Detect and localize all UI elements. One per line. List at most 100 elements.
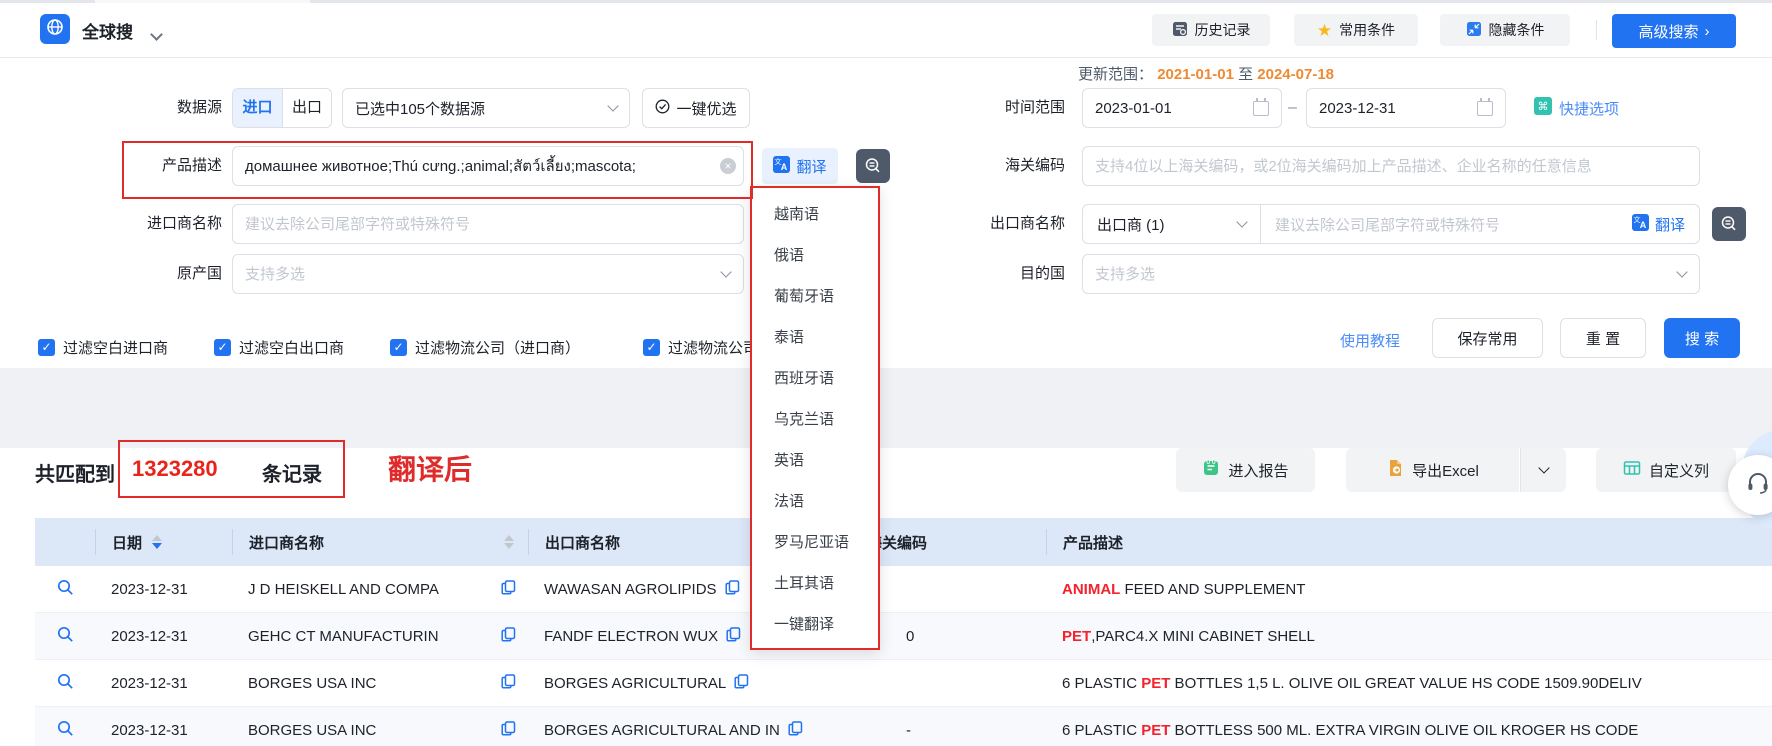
custom-columns-button[interactable]: 自定义列 [1596, 448, 1736, 492]
filter-blank-exporter-checkbox[interactable]: ✓ 过滤空白出口商 [214, 337, 344, 358]
table-row: 2023-12-31 BORGES USA INC BORGES AGRICUL… [35, 660, 1772, 707]
menu-item-translate-all[interactable]: 一键翻译 [752, 604, 878, 645]
sort-icons[interactable] [152, 535, 162, 549]
menu-item-vietnamese[interactable]: 越南语 [752, 194, 878, 235]
exporter-input-group: 出口商 (1) 建议去除公司尾部字符或特殊符号 文A 翻译 [1082, 204, 1700, 244]
copy-icon[interactable] [788, 721, 803, 740]
star-icon: ★ [1317, 22, 1332, 39]
exporter-input[interactable]: 建议去除公司尾部字符或特殊符号 [1261, 214, 1632, 235]
end-date-input[interactable]: 2023-12-31 [1306, 88, 1506, 128]
filter-logistics-importer-checkbox[interactable]: ✓ 过滤物流公司（进口商） [390, 337, 580, 358]
cell-code: 0 [858, 628, 1046, 645]
exporter-type-select[interactable]: 出口商 (1) [1083, 205, 1261, 243]
topbar-divider [1596, 20, 1597, 40]
menu-item-romanian[interactable]: 罗马尼亚语 [752, 522, 878, 563]
quick-options-button[interactable]: ⌘ 快捷选项 [1534, 97, 1619, 120]
product-desc-input[interactable] [232, 146, 744, 186]
export-excel-button[interactable]: 导出Excel [1346, 448, 1519, 492]
copy-icon[interactable] [725, 580, 740, 599]
highlighted-keyword: PET [1141, 722, 1170, 739]
menu-item-french[interactable]: 法语 [752, 481, 878, 522]
advanced-search-button[interactable]: 高级搜索 › [1612, 14, 1736, 48]
global-search-screen: 全球搜 历史记录 ★ 常用条件 隐藏条件 高级搜索 › 更新范围： 2021-0… [0, 0, 1772, 746]
copy-icon[interactable] [501, 721, 516, 740]
filter-blank-importer-checkbox[interactable]: ✓ 过滤空白进口商 [38, 337, 168, 358]
product-desc-label: 产品描述 [92, 146, 222, 186]
excel-export-icon [1386, 459, 1404, 481]
hs-code-label: 海关编码 [935, 146, 1065, 186]
update-range-from: 2021-01-01 [1157, 66, 1234, 83]
cell-date: 2023-12-31 [95, 628, 232, 645]
checkbox-checked-icon: ✓ [643, 339, 660, 356]
copy-icon[interactable] [501, 674, 516, 693]
menu-item-ukrainian[interactable]: 乌克兰语 [752, 399, 878, 440]
reset-button[interactable]: 重 置 [1560, 318, 1646, 358]
cell-desc: ANIMAL FEED AND SUPPLEMENT [1046, 581, 1772, 598]
menu-item-thai[interactable]: 泰语 [752, 317, 878, 358]
sort-icons[interactable] [504, 535, 514, 549]
checkbox-checked-icon: ✓ [214, 339, 231, 356]
chevron-down-icon [607, 100, 618, 111]
destination-country-label: 目的国 [935, 254, 1065, 294]
report-icon [1202, 459, 1220, 481]
cell-desc: 6 PLASTIC PET BOTTLES 1,5 L. OLIVE OIL G… [1046, 675, 1772, 692]
cell-exporter: BORGES AGRICULTURAL [528, 674, 858, 693]
menu-item-russian[interactable]: 俄语 [752, 235, 878, 276]
app-logo [40, 14, 70, 44]
start-date-input[interactable]: 2023-01-01 [1082, 88, 1282, 128]
table-header-row: 日期 进口商名称 出口商名称 海关编码 产品描述 [35, 518, 1772, 566]
exporter-translate-button[interactable]: 文A 翻译 [1632, 214, 1699, 235]
table-header-code: 海关编码 [859, 532, 1046, 553]
fuzzy-match-icon[interactable] [1712, 207, 1746, 241]
importer-input[interactable] [232, 204, 744, 244]
row-search-icon[interactable] [35, 673, 95, 694]
menu-item-portuguese[interactable]: 葡萄牙语 [752, 276, 878, 317]
copy-icon[interactable] [734, 674, 749, 693]
enter-report-button[interactable]: 进入报告 [1176, 448, 1315, 492]
table-header-importer[interactable]: 进口商名称 [233, 532, 528, 553]
highlighted-keyword: ANIMAL [1062, 581, 1120, 598]
datasource-select[interactable]: 已选中105个数据源 [342, 88, 630, 128]
translate-icon: 文A [773, 156, 790, 177]
cell-importer: BORGES USA INC [232, 674, 528, 693]
chevron-right-icon: › [1705, 23, 1710, 40]
table-header-date[interactable]: 日期 [96, 532, 232, 553]
favorite-conditions-button[interactable]: ★ 常用条件 [1294, 14, 1418, 46]
tutorial-link[interactable]: 使用教程 [1340, 330, 1400, 351]
menu-item-english[interactable]: 英语 [752, 440, 878, 481]
fuzzy-match-icon[interactable] [856, 149, 890, 183]
export-options-chevron[interactable] [1520, 448, 1566, 492]
cell-code: - [858, 722, 1046, 739]
translate-button[interactable]: 文A 翻译 [762, 148, 838, 184]
svg-text:A: A [781, 162, 788, 172]
origin-country-input[interactable] [232, 254, 744, 294]
row-search-icon[interactable] [35, 579, 95, 600]
history-button[interactable]: 历史记录 [1152, 14, 1270, 46]
menu-item-spanish[interactable]: 西班牙语 [752, 358, 878, 399]
row-search-icon[interactable] [35, 720, 95, 741]
row-search-icon[interactable] [35, 626, 95, 647]
hs-code-input[interactable] [1082, 146, 1700, 186]
destination-country-input[interactable] [1082, 254, 1700, 294]
calendar-icon [1253, 101, 1269, 116]
page-title: 全球搜 [82, 18, 133, 43]
origin-country-label: 原产国 [92, 254, 222, 294]
match-count-number: 1323280 [132, 456, 218, 482]
save-common-button[interactable]: 保存常用 [1432, 318, 1543, 358]
tab-export[interactable]: 出口 [282, 89, 331, 127]
copy-icon[interactable] [726, 627, 741, 646]
title-chevron-down-icon[interactable] [152, 26, 161, 44]
menu-item-turkish[interactable]: 土耳其语 [752, 563, 878, 604]
one-key-optimize-button[interactable]: 一键优选 [642, 88, 750, 128]
clear-input-icon[interactable]: × [720, 158, 736, 174]
cell-importer: BORGES USA INC [232, 721, 528, 740]
highlighted-keyword: PET [1062, 628, 1091, 645]
copy-icon[interactable] [501, 627, 516, 646]
search-button[interactable]: 搜 索 [1664, 318, 1740, 358]
date-range-dash: – [1288, 99, 1297, 117]
chevron-down-icon [1236, 216, 1247, 227]
copy-icon[interactable] [501, 580, 516, 599]
svg-text:A: A [1640, 220, 1647, 230]
tab-import[interactable]: 进口 [233, 89, 282, 127]
hide-conditions-button[interactable]: 隐藏条件 [1440, 14, 1570, 46]
